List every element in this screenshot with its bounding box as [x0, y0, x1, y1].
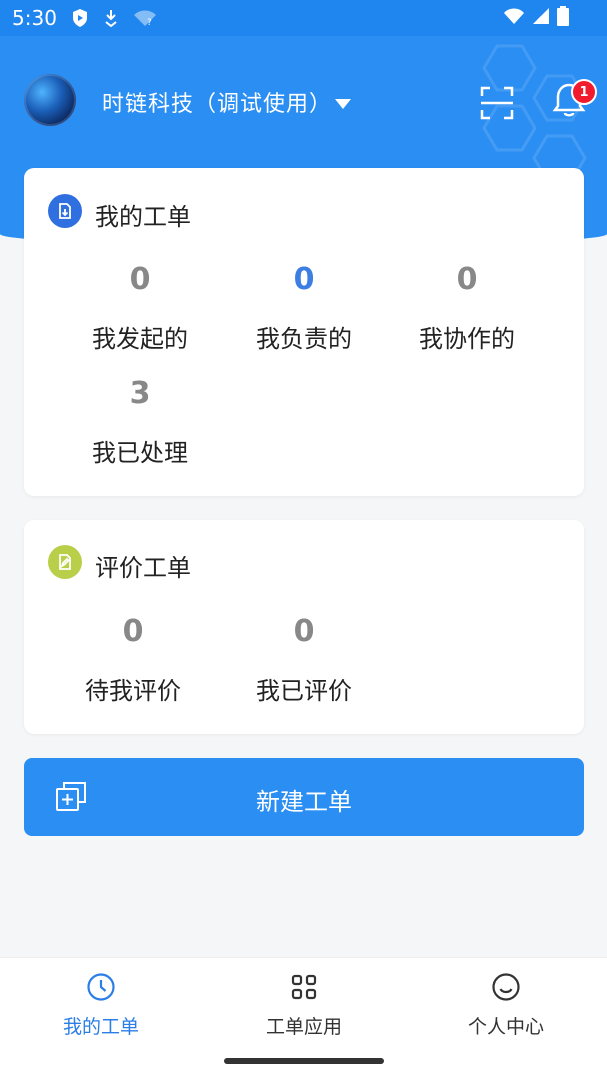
status-time: 5:30 — [12, 6, 57, 30]
stat-label: 我已处理 — [92, 439, 188, 467]
stat-value: 0 — [129, 262, 151, 297]
stat-value: 0 — [122, 614, 144, 649]
stat-label: 我协作的 — [419, 325, 515, 353]
stat-label: 我负责的 — [256, 325, 352, 353]
stat-processed[interactable]: 3 我已处理 — [60, 376, 220, 468]
nav-label: 个人中心 — [467, 1016, 544, 1038]
play-shield-icon — [71, 8, 89, 28]
smile-icon — [491, 972, 521, 1006]
wifi-question-icon: ? — [133, 9, 157, 27]
avatar[interactable] — [24, 74, 76, 126]
nav-order-apps[interactable]: 工单应用 — [203, 958, 405, 1048]
nav-label: 工单应用 — [265, 1016, 342, 1038]
new-order-label: 新建工单 — [256, 788, 352, 816]
stat-label: 我已评价 — [256, 677, 352, 705]
stat-value: 0 — [293, 262, 315, 297]
stat-responsible[interactable]: 0 我负责的 — [224, 262, 384, 354]
download-icon — [103, 9, 119, 27]
nav-my-orders[interactable]: 我的工单 — [0, 958, 202, 1048]
caret-down-icon[interactable] — [334, 95, 352, 114]
review-edit-icon — [48, 545, 82, 579]
scan-icon[interactable] — [480, 86, 514, 120]
review-orders-title: 评价工单 — [95, 554, 191, 582]
nav-label: 我的工单 — [62, 1016, 139, 1038]
stat-value: 0 — [456, 262, 478, 297]
my-orders-title: 我的工单 — [95, 203, 191, 231]
status-bar: 5:30 ? — [0, 0, 607, 36]
svg-text:?: ? — [147, 18, 152, 27]
stat-collaborating[interactable]: 0 我协作的 — [387, 262, 547, 354]
wifi-icon — [503, 7, 525, 29]
signal-icon — [531, 7, 551, 29]
order-download-icon — [48, 194, 82, 228]
stat-value: 3 — [129, 376, 151, 411]
new-order-button[interactable]: 新建工单 — [24, 758, 584, 836]
stat-value: 0 — [293, 614, 315, 649]
org-name[interactable]: 时链科技（调试使用） — [102, 86, 332, 118]
stat-pending-review[interactable]: 0 待我评价 — [53, 614, 213, 706]
notification-badge: 1 — [571, 79, 597, 105]
clock-icon — [86, 972, 116, 1006]
stat-initiated[interactable]: 0 我发起的 — [60, 262, 220, 354]
nav-personal-center[interactable]: 个人中心 — [405, 958, 607, 1048]
stat-reviewed[interactable]: 0 我已评价 — [224, 614, 384, 706]
stat-label: 待我评价 — [85, 677, 181, 705]
review-orders-card: 评价工单 0 待我评价 0 我已评价 — [24, 520, 584, 734]
stat-label: 我发起的 — [92, 325, 188, 353]
battery-icon — [557, 6, 569, 30]
home-indicator[interactable] — [224, 1058, 384, 1064]
grid-icon — [289, 972, 319, 1006]
my-orders-card: 我的工单 0 我发起的 0 我负责的 0 我协作的 3 我已处理 — [24, 168, 584, 496]
